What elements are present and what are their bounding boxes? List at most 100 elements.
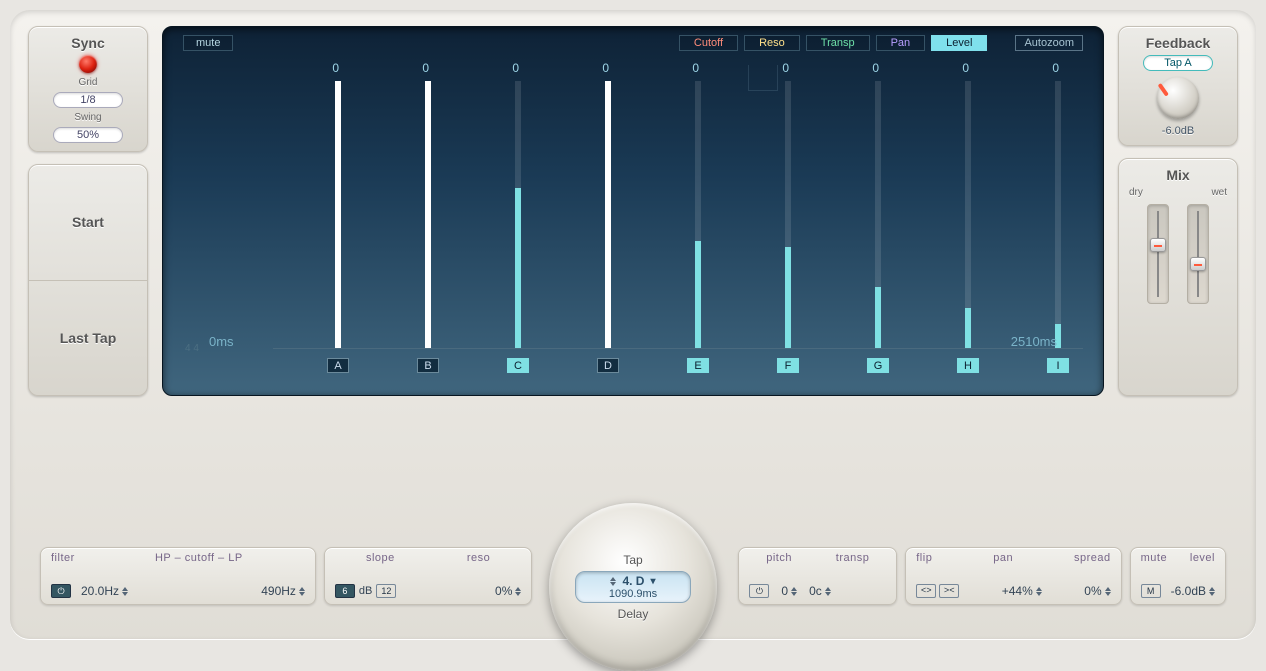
feedback-source[interactable]: Tap A — [1143, 55, 1213, 71]
tap-label-cell: C — [453, 355, 543, 375]
tap-lcd[interactable]: 4. D ▾ 1090.9ms — [575, 571, 691, 603]
tap-label[interactable]: I — [1047, 358, 1069, 373]
tap-label-cell: I — [993, 355, 1083, 375]
tap-label[interactable]: C — [507, 358, 529, 373]
tap-label-bottom: Delay — [618, 607, 649, 621]
tap-bar[interactable] — [335, 81, 341, 348]
tap-ms-readout[interactable]: 1090.9ms — [576, 588, 690, 600]
tap-value: 0 — [453, 61, 543, 77]
tap-value: 0 — [273, 61, 363, 77]
tap-label[interactable]: B — [417, 358, 439, 373]
tap-label[interactable]: H — [957, 358, 979, 373]
autozoom-button[interactable]: Autozoom — [1015, 35, 1083, 51]
pitch-label: pitch — [766, 552, 792, 564]
feedback-title: Feedback — [1146, 35, 1211, 51]
feedback-panel: Feedback Tap A -6.0dB — [1118, 26, 1238, 146]
filter-power[interactable]: ⏻ — [51, 584, 71, 598]
pitch-enable[interactable]: ⏻ — [749, 584, 769, 598]
level-box: mute level M -6.0dB — [1130, 547, 1226, 605]
tap-label-top: Tap — [623, 553, 642, 567]
tap-bar[interactable] — [515, 188, 521, 348]
mute-toggle[interactable]: mute — [183, 35, 233, 51]
tab-reso[interactable]: Reso — [744, 35, 800, 51]
tap-label-cell: D — [543, 355, 633, 375]
cutoff-label: HP – cutoff – LP — [93, 552, 305, 564]
tap-column — [993, 81, 1083, 348]
left-column: Sync Grid 1/8 Swing 50% Start Last Tap — [28, 26, 148, 396]
slope-reso-box: slope reso 6 dB 12 0% — [324, 547, 532, 605]
dropdown-icon: ▾ — [650, 576, 655, 587]
pitch-box: pitch transp ⏻ 0 0c — [738, 547, 897, 605]
tap-bar[interactable] — [695, 241, 701, 348]
spread-value[interactable]: 0% — [1084, 584, 1110, 598]
tap-value: 0 — [543, 61, 633, 77]
tap-selector[interactable]: 4. D ▾ — [576, 574, 690, 588]
tap-label[interactable]: G — [867, 358, 889, 373]
swing-value[interactable]: 50% — [53, 127, 123, 143]
wet-fader[interactable] — [1187, 204, 1209, 304]
transport-panel: Start Last Tap — [28, 164, 148, 396]
spread-label: spread — [1074, 552, 1111, 564]
flip-label: flip — [916, 552, 932, 564]
dry-label: dry — [1129, 187, 1143, 198]
transp-semis[interactable]: 0 — [781, 584, 797, 598]
level-label: level — [1190, 552, 1215, 564]
transp-cents[interactable]: 0c — [809, 584, 831, 598]
time-left-readout: 0ms — [209, 334, 234, 349]
bottom-section: filter HP – cutoff – LP ⏻ 20.0Hz 490Hz s… — [40, 511, 1226, 611]
hp-value[interactable]: 20.0Hz — [81, 584, 128, 598]
last-tap-button[interactable]: Last Tap — [29, 281, 147, 396]
tap-column — [453, 81, 543, 348]
tab-transp[interactable]: Transp — [806, 35, 870, 51]
time-right-readout: 2510ms — [1011, 334, 1057, 349]
slope-6[interactable]: 6 — [335, 584, 355, 598]
tap-bar[interactable] — [785, 247, 791, 348]
slope-12[interactable]: 12 — [376, 584, 396, 598]
pan-value[interactable]: +44% — [1002, 584, 1042, 598]
tap-bar[interactable] — [425, 81, 431, 348]
start-button[interactable]: Start — [29, 165, 147, 281]
tap-bar[interactable] — [605, 81, 611, 348]
flip-a[interactable]: <> — [916, 584, 936, 598]
mute-label: mute — [1141, 552, 1167, 564]
feedback-knob[interactable] — [1157, 77, 1199, 119]
level-value[interactable]: -6.0dB — [1171, 584, 1215, 598]
tab-level[interactable]: Level — [931, 35, 987, 51]
reso-label: reso — [467, 552, 490, 564]
pan-box: flip pan spread <> >< +44% 0% — [905, 547, 1121, 605]
flip-b[interactable]: >< — [939, 584, 959, 598]
grid-value[interactable]: 1/8 — [53, 92, 123, 108]
lp-value[interactable]: 490Hz — [261, 584, 305, 598]
slope-label: slope — [366, 552, 395, 564]
param-tabs: Cutoff Reso Transp Pan Level — [679, 35, 988, 51]
wet-label: wet — [1211, 187, 1227, 198]
tap-label-cell: B — [363, 355, 453, 375]
dry-fader[interactable] — [1147, 204, 1169, 304]
tap-label[interactable]: D — [597, 358, 619, 373]
tap-label[interactable]: F — [777, 358, 799, 373]
mute-button[interactable]: M — [1141, 584, 1161, 598]
tap-value: 0 — [633, 61, 723, 77]
value-row: 000000000 — [273, 61, 1083, 77]
tap-label[interactable]: E — [687, 358, 709, 373]
swing-label: Swing — [74, 112, 101, 123]
tap-label[interactable]: A — [327, 358, 349, 373]
sync-panel: Sync Grid 1/8 Swing 50% — [28, 26, 148, 152]
sync-led[interactable] — [79, 55, 97, 73]
tab-cutoff[interactable]: Cutoff — [679, 35, 738, 51]
tap-label-cell: A — [273, 355, 363, 375]
grid-label: Grid — [79, 77, 98, 88]
time-signature: 4 4 — [185, 344, 199, 353]
tap-value: 0 — [723, 61, 813, 77]
feedback-value: -6.0dB — [1162, 125, 1194, 137]
tap-bar[interactable] — [875, 287, 881, 348]
tap-label-cell: G — [813, 355, 903, 375]
transp-label: transp — [836, 552, 870, 564]
label-row: A B C D E F G H I — [273, 355, 1083, 375]
plugin-frame: Sync Grid 1/8 Swing 50% Start Last Tap m… — [10, 10, 1256, 639]
tap-bar[interactable] — [965, 308, 971, 348]
tap-label-cell: E — [633, 355, 723, 375]
reso-value[interactable]: 0% — [495, 584, 521, 598]
tab-pan[interactable]: Pan — [876, 35, 926, 51]
tap-label-cell: H — [903, 355, 993, 375]
